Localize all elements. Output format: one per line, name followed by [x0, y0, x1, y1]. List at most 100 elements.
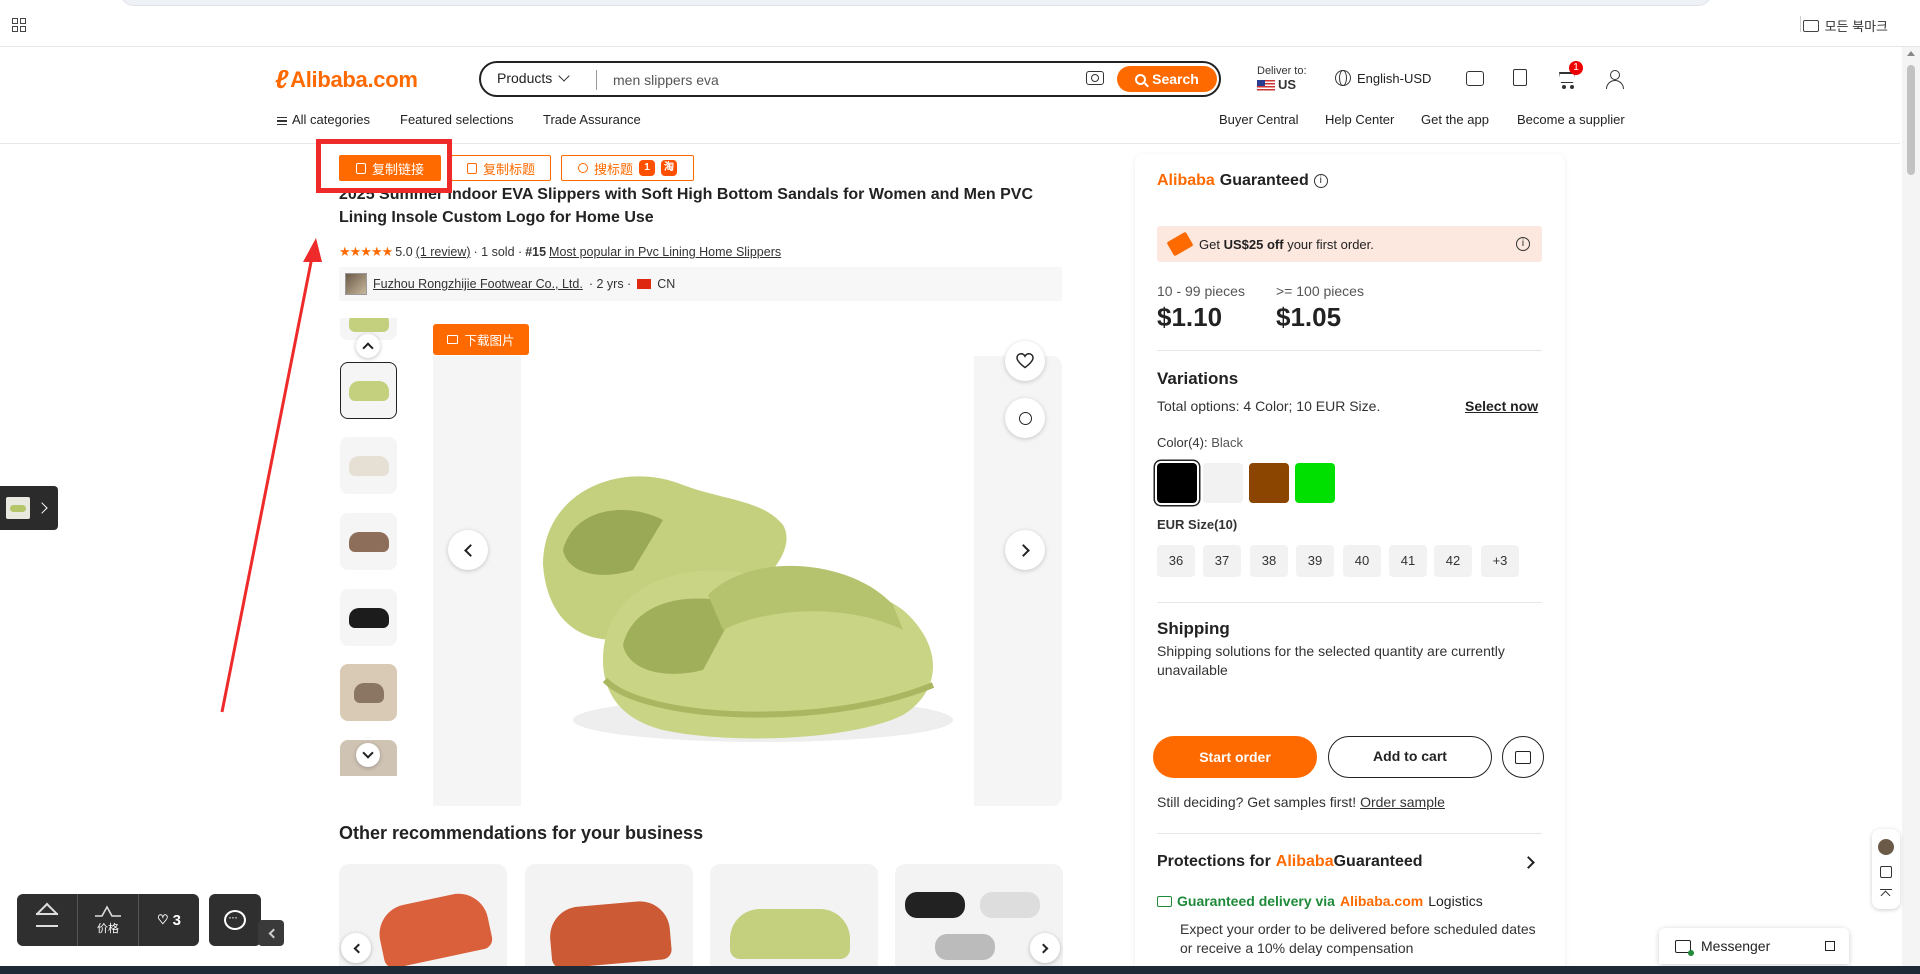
green-slippers-image — [543, 476, 953, 742]
size-chip[interactable]: 42 — [1434, 545, 1472, 577]
featured-selections-link[interactable]: Featured selections — [400, 112, 513, 127]
guaranteed-delivery-line: Guaranteed delivery via Alibaba.com Logi… — [1157, 893, 1483, 909]
language-currency-selector[interactable]: English-USD — [1335, 70, 1431, 86]
thumbnail-white[interactable] — [340, 437, 397, 494]
get-the-app-link[interactable]: Get the app — [1421, 112, 1489, 127]
supplier-name-link[interactable]: Fuzhou Rongzhijie Footwear Co., Ltd. — [373, 277, 583, 291]
thumbnails-down-button[interactable] — [356, 743, 380, 767]
promo-amount: US$25 off — [1223, 236, 1284, 252]
1688-tag-icon[interactable]: 1 — [639, 160, 655, 176]
deliver-to-selector[interactable]: Deliver to: US — [1257, 64, 1307, 92]
product-title-line-2: Lining Insole Custom Logo for Home Use — [339, 209, 654, 226]
size-chip[interactable]: 36 — [1157, 545, 1195, 577]
alibaba-logo[interactable]: ℓ Alibaba.com — [275, 64, 418, 95]
search-button[interactable]: Search — [1117, 66, 1217, 92]
thumbnail-green[interactable] — [340, 362, 397, 419]
image-next-button[interactable] — [1005, 530, 1045, 570]
back-to-top-icon[interactable] — [1880, 889, 1892, 899]
reviews-link[interactable]: (1 review) — [416, 245, 471, 259]
delivery-description: Expect your order to be delivered before… — [1180, 921, 1536, 956]
search-category-dropdown[interactable]: Products — [497, 70, 570, 86]
favorite-button[interactable] — [1005, 341, 1045, 381]
image-search-button[interactable] — [1005, 398, 1045, 438]
address-bar[interactable] — [120, 0, 1712, 6]
chevron-left-icon — [268, 928, 278, 938]
promo-info-icon[interactable]: i — [1516, 237, 1530, 251]
size-chip[interactable]: 37 — [1203, 545, 1241, 577]
deliver-country: US — [1278, 77, 1297, 92]
buyer-central-link[interactable]: Buyer Central — [1219, 112, 1298, 127]
image-prev-button[interactable] — [448, 530, 488, 570]
recommendations-next-button[interactable] — [1030, 933, 1060, 963]
all-bookmarks-button[interactable]: 모든 북마크 — [1802, 16, 1888, 35]
thumbnail-brown[interactable] — [340, 513, 397, 570]
image-search-camera-icon[interactable] — [1086, 71, 1104, 85]
download-images-button[interactable]: 下载图片 — [433, 324, 529, 355]
size-chip[interactable]: 38 — [1250, 545, 1288, 577]
protections-header[interactable]: Protections for Alibaba Guaranteed — [1157, 853, 1423, 871]
color-swatch-white[interactable] — [1203, 463, 1243, 503]
select-now-link[interactable]: Select now — [1465, 398, 1538, 414]
order-sample-link[interactable]: Order sample — [1360, 794, 1445, 810]
add-to-cart-button[interactable]: Add to cart — [1328, 736, 1492, 778]
start-order-button[interactable]: Start order — [1153, 736, 1317, 778]
feedback-icon[interactable] — [1880, 865, 1892, 878]
color-swatch-brown[interactable] — [1249, 463, 1289, 503]
supplier-row: Fuzhou Rongzhijie Footwear Co., Ltd. · 2… — [339, 267, 1062, 301]
chat-widget-button[interactable] — [209, 894, 261, 946]
total-options: Total options: 4 Color; 10 EUR Size. — [1157, 398, 1380, 414]
favorites-button[interactable]: ♡ 3 — [139, 894, 199, 946]
thumbnail-black[interactable] — [340, 589, 397, 646]
page-scrollbar[interactable] — [1902, 47, 1920, 967]
collapse-widget-button[interactable] — [258, 920, 284, 946]
tier-range: >= 100 pieces — [1276, 283, 1364, 299]
recommendation-card[interactable] — [525, 864, 693, 974]
thumbnail-lifestyle[interactable] — [340, 664, 397, 721]
color-swatch-green[interactable] — [1295, 463, 1335, 503]
search-input[interactable] — [613, 69, 1013, 91]
size-chip[interactable]: 41 — [1389, 545, 1427, 577]
delivery-logistics: Logistics — [1428, 893, 1483, 909]
copy-title-label: 复制标题 — [482, 161, 535, 177]
become-supplier-link[interactable]: Become a supplier — [1517, 112, 1625, 127]
scroll-up-arrow-icon[interactable] — [1907, 51, 1915, 56]
guaranteed-word: Guaranteed — [1219, 172, 1309, 189]
chat-supplier-button[interactable] — [1502, 736, 1544, 778]
recommendation-card[interactable] — [710, 864, 878, 974]
info-icon[interactable]: i — [1313, 174, 1328, 188]
heart-icon: ♡ — [157, 912, 169, 927]
thumbnails-up-button[interactable] — [356, 334, 380, 358]
messenger-label: Messenger — [1701, 938, 1771, 954]
maximize-icon[interactable] — [1825, 941, 1835, 951]
size-chip[interactable]: 40 — [1343, 545, 1381, 577]
promo-prefix: Get — [1199, 236, 1220, 252]
supplier-logo — [345, 273, 367, 295]
taobao-tag-icon[interactable]: 淘 — [661, 160, 677, 176]
all-categories-link[interactable]: All categories — [277, 112, 370, 127]
help-center-link[interactable]: Help Center — [1325, 112, 1394, 127]
recommendations-prev-button[interactable] — [341, 933, 371, 963]
price-trend-button[interactable]: 价格 — [78, 894, 139, 946]
messenger-bar[interactable]: Messenger — [1659, 928, 1849, 964]
recommendations-title: Other recommendations for your business — [339, 823, 704, 843]
color-swatch-black[interactable] — [1157, 463, 1197, 503]
scrollbar-thumb[interactable] — [1907, 65, 1915, 175]
ranking-link[interactable]: Most popular in Pvc Lining Home Slippers — [549, 245, 781, 259]
size-chip[interactable]: 39 — [1296, 545, 1334, 577]
chevron-right-icon — [36, 502, 48, 514]
trade-assurance-link[interactable]: Trade Assurance — [543, 112, 641, 127]
delivery-brand: Alibaba.com — [1339, 893, 1424, 909]
more-sizes-chip[interactable]: +3 — [1481, 545, 1519, 577]
search-title-button[interactable]: 搜标题 1 淘 — [561, 155, 694, 181]
messages-icon[interactable] — [1466, 71, 1484, 86]
account-user-icon[interactable] — [1605, 69, 1625, 89]
toolbar-home-button[interactable] — [17, 894, 78, 946]
protections-expand-button[interactable] — [1522, 856, 1537, 869]
extension-side-widget[interactable] — [0, 486, 58, 530]
chevron-left-icon — [463, 543, 477, 557]
guaranteed-brand: Alibaba — [1157, 172, 1215, 189]
apps-grid-icon[interactable] — [12, 18, 26, 32]
copy-title-button[interactable]: 复制标题 — [451, 155, 551, 181]
orders-clipboard-icon[interactable] — [1513, 69, 1527, 86]
avatar[interactable] — [1878, 838, 1894, 855]
